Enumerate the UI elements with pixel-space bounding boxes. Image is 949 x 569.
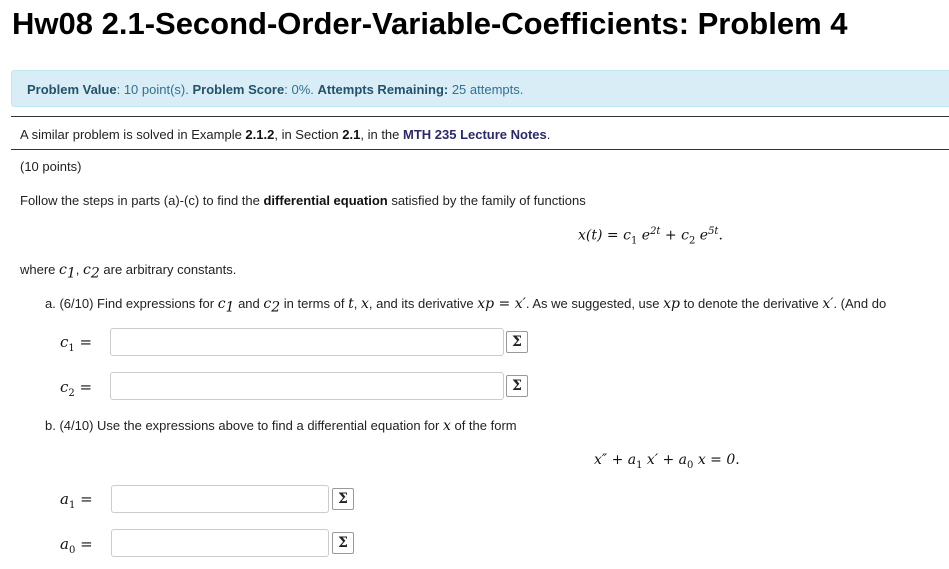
a1-label: a1 =	[60, 490, 93, 511]
lecture-notes-link[interactable]: MTH 235 Lecture Notes	[403, 127, 547, 142]
part-a-mid2: , and its derivative	[368, 296, 478, 311]
where-line: where c1, c2 are arbitrary constants.	[20, 262, 236, 282]
instruction-bold: differential equation	[263, 193, 388, 208]
part-a-xprime: x′	[822, 296, 834, 312]
part-a-and: and	[234, 296, 264, 311]
problem-score-label: Problem Score	[192, 82, 285, 97]
a0-equation-editor-icon[interactable]: Σ	[332, 532, 354, 554]
family-t: (t) = c	[585, 227, 631, 244]
reference-end: .	[546, 127, 551, 142]
reference-example: 2.1.2	[245, 127, 275, 142]
part-b-suffix: of the form	[450, 418, 517, 433]
ode-part-a: x″ + a	[594, 452, 637, 468]
part-a-text: a. (6/10) Find expressions for c1 and c2…	[45, 296, 886, 316]
a1-equals: =	[75, 490, 93, 508]
where-suffix: are arbitrary constants.	[99, 262, 237, 277]
part-a-x: x	[360, 296, 369, 312]
c1-equation-editor-icon[interactable]: Σ	[506, 331, 528, 353]
c2-equals: =	[74, 378, 93, 396]
part-a-prefix: a. (6/10) Find expressions for	[45, 296, 218, 311]
instruction-line: Follow the steps in parts (a)-(c) to fin…	[20, 193, 586, 209]
ode-part-c: x = 0.	[693, 452, 740, 468]
problem-score-text: : 0%.	[284, 82, 318, 97]
reference-mid2: , in the	[360, 127, 403, 142]
family-x: x	[578, 227, 586, 244]
c1-answer-input[interactable]	[110, 328, 504, 356]
part-a-c1: c	[217, 296, 226, 312]
problem-value-text: : 10 point(s).	[116, 82, 193, 97]
where-c1-sub: 1	[66, 265, 76, 282]
c1-equals: =	[74, 333, 93, 351]
a1-answer-input[interactable]	[111, 485, 329, 513]
instruction-prefix: Follow the steps in parts (a)-(c) to fin…	[20, 193, 264, 208]
a0-label: a0 =	[60, 535, 93, 556]
where-c1: c	[59, 262, 67, 278]
problem-value-label: Problem Value	[27, 82, 117, 97]
attempts-label: Attempts Remaining:	[317, 82, 449, 97]
a0-answer-input[interactable]	[111, 529, 329, 557]
reference-line: A similar problem is solved in Example 2…	[20, 127, 550, 143]
family-exp1: 2t	[650, 226, 661, 237]
c2-equation-editor-icon[interactable]: Σ	[506, 375, 528, 397]
where-prefix: where	[20, 262, 60, 277]
family-e1: e	[637, 227, 651, 244]
part-a-mid: in terms of	[280, 296, 349, 311]
ode-part-b: x′ + a	[642, 452, 687, 468]
part-b-text: b. (4/10) Use the expressions above to f…	[45, 418, 517, 434]
where-comma: ,	[75, 262, 84, 277]
attempts-text: 25 attempts.	[448, 82, 524, 97]
c1-label: c1 =	[60, 333, 92, 354]
part-a-mid3: . As we suggested, use	[525, 296, 664, 311]
part-a-comma: ,	[353, 296, 361, 311]
page-title: Hw08 2.1-Second-Order-Variable-Coefficie…	[12, 6, 848, 41]
part-a-c2-sub: 2	[271, 299, 281, 316]
a1-letter: a	[60, 490, 69, 508]
a0-letter: a	[60, 535, 69, 553]
reference-section: 2.1	[342, 127, 361, 142]
divider-top	[11, 116, 949, 117]
c2-answer-input[interactable]	[110, 372, 504, 400]
family-dot: .	[718, 227, 723, 244]
instruction-suffix: satisfied by the family of functions	[387, 193, 586, 208]
ode-form-equation: x″ + a1 x′ + a0 x = 0.	[594, 452, 740, 471]
family-plus: + c	[660, 227, 689, 244]
where-c2: c	[83, 262, 91, 278]
a0-equals: =	[75, 535, 93, 553]
points-text: (10 points)	[20, 159, 82, 174]
family-equation: x(t) = c1 e2t + c2 e5t.	[578, 226, 723, 246]
part-a-end: . (And do	[833, 296, 887, 311]
reference-mid: , in Section	[274, 127, 343, 142]
part-a-mid4: to denote the derivative	[679, 296, 823, 311]
a1-equation-editor-icon[interactable]: Σ	[332, 488, 354, 510]
family-exp2: 5t	[708, 226, 719, 237]
where-c2-sub: 2	[90, 265, 100, 282]
part-b-prefix: b. (4/10) Use the expressions above to f…	[45, 418, 443, 433]
divider-bottom	[11, 149, 949, 150]
reference-prefix: A similar problem is solved in Example	[20, 127, 246, 142]
problem-info-bar: Problem Value: 10 point(s). Problem Scor…	[11, 70, 949, 107]
c2-label: c2 =	[60, 378, 92, 399]
part-b-x: x	[442, 418, 451, 434]
part-a-xp2: xp	[663, 296, 680, 312]
part-a-xp: xp = x′	[477, 296, 526, 312]
family-e2: e	[695, 227, 709, 244]
